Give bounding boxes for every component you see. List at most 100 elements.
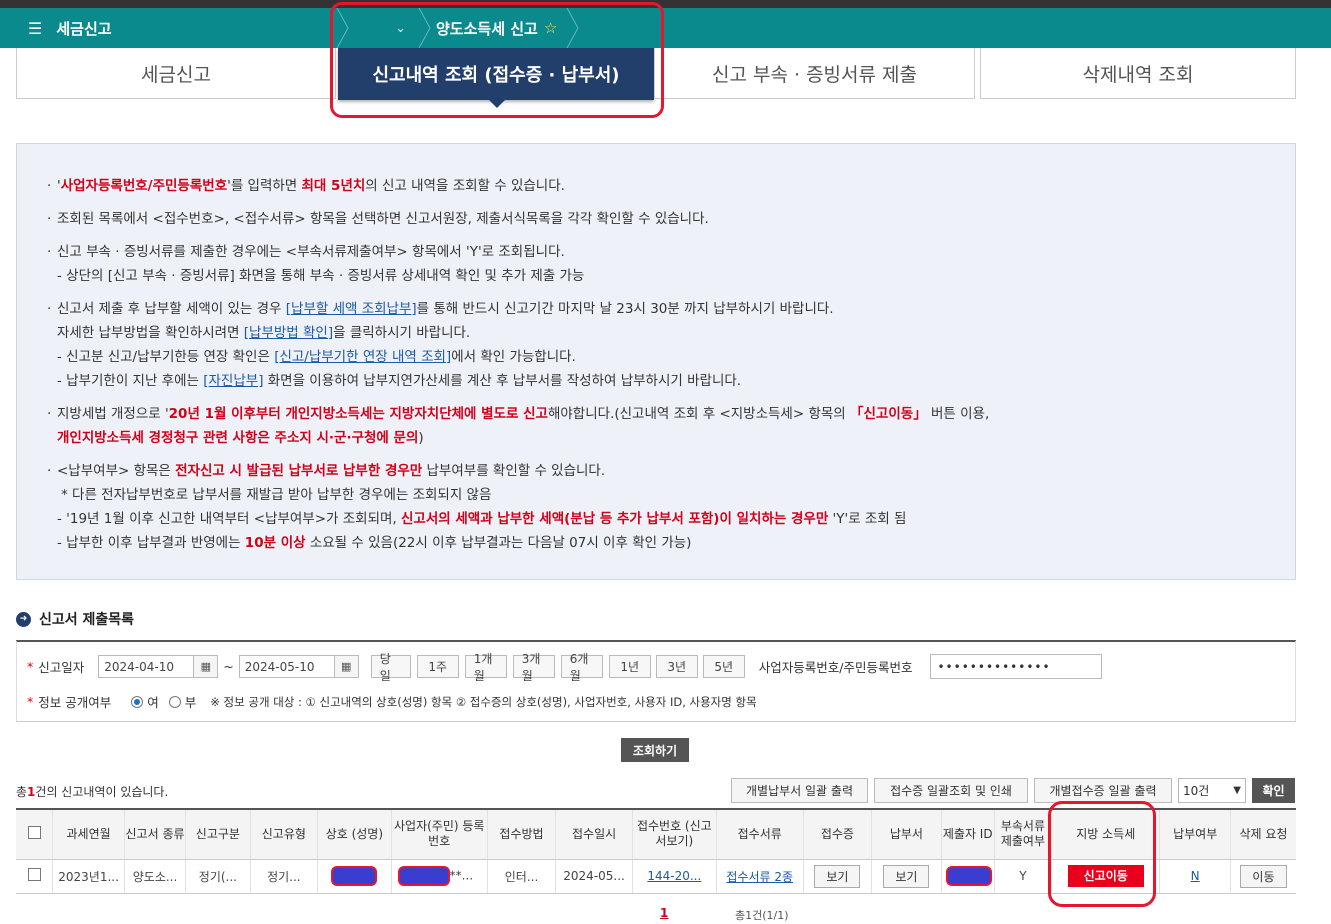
chevron-down-icon: ⌄ bbox=[395, 20, 406, 36]
notice-line: · '사업자등록번호/주민등록번호'를 입력하면 최대 5년치의 신고 내역을 조… bbox=[47, 178, 565, 194]
notice-line: - '19년 1월 이후 신고한 내역부터 <납부여부>가 조회되며, 신고서의… bbox=[57, 511, 907, 527]
col-regno: 사업자(주민) 등록번호 bbox=[390, 808, 488, 860]
id-label: 사업자등록번호/주민등록번호 bbox=[758, 660, 913, 675]
col-datetime: 접수일시 bbox=[555, 808, 633, 860]
result-count: 총1건의 신고내역이 있습니다. bbox=[16, 785, 169, 799]
notice-line: - 납부기한이 지난 후에는 [자진납부] 화면을 이용하여 납부지연가산세를 … bbox=[57, 373, 742, 389]
top-strip bbox=[0, 0, 1331, 8]
period-1month-button[interactable]: 1개월 bbox=[464, 652, 507, 683]
breadcrumb-separator-icon bbox=[418, 8, 431, 48]
link-deadline-extension[interactable]: [신고/납부기한 연장 내역 조회] bbox=[274, 349, 451, 365]
delete-request-button[interactable]: 이동 bbox=[1240, 864, 1287, 888]
notice-line: · <납부여부> 항목은 전자신고 시 발급된 납부서로 납부한 경우만 납부여부… bbox=[47, 463, 606, 479]
section-title: ➜ 신고서 제출목록 bbox=[16, 609, 134, 629]
calendar-icon[interactable]: ▦ bbox=[334, 655, 359, 678]
redacted-submitter-id bbox=[945, 866, 992, 886]
period-5year-button[interactable]: 5년 bbox=[702, 655, 745, 678]
notice-box: · '사업자등록번호/주민등록번호'를 입력하면 최대 5년치의 신고 내역을 조… bbox=[16, 143, 1296, 580]
col-paid: 납부여부 bbox=[1159, 808, 1231, 860]
col-receipt-no: 접수번호 (신고서보기) bbox=[631, 808, 717, 860]
date-from-input[interactable]: 2024-04-10 bbox=[98, 655, 195, 678]
tab-deleted-history[interactable]: 삭제내역 조회 bbox=[980, 48, 1296, 99]
col-period: 과세연월 bbox=[52, 808, 125, 860]
page-size-select[interactable]: 10건 ▼ bbox=[1178, 778, 1246, 803]
period-1week-button[interactable]: 1주 bbox=[416, 655, 459, 678]
public-yes-radio[interactable] bbox=[131, 695, 144, 708]
notice-line: - 상단의 [신고 부속 · 증빙서류] 화면을 통해 부속 · 증빙서류 상세… bbox=[57, 268, 585, 284]
col-docs: 접수서류 bbox=[715, 808, 804, 860]
required-marker: * bbox=[27, 659, 34, 674]
col-submitter: 제출자 ID bbox=[940, 808, 995, 860]
id-number-input[interactable]: •••••••••••••• bbox=[930, 654, 1103, 679]
bulk-payment-print-button[interactable]: 개별납부서 일괄 출력 bbox=[731, 778, 868, 803]
period-1year-button[interactable]: 1년 bbox=[608, 655, 651, 678]
bulk-receipt-each-button[interactable]: 개별접수증 일괄 출력 bbox=[1034, 778, 1172, 803]
confirm-button[interactable]: 확인 bbox=[1252, 778, 1295, 803]
period-6month-button[interactable]: 6개월 bbox=[560, 652, 603, 683]
tab-bar: 세금신고 신고내역 조회 (접수증 · 납부서) 신고 부속 · 증빙서류 제출… bbox=[16, 48, 1296, 100]
date-label: 신고일자 bbox=[38, 660, 85, 675]
col-receipt: 접수증 bbox=[802, 808, 872, 860]
period-today-button[interactable]: 당일 bbox=[370, 652, 411, 683]
page-info: 총1건(1/1) bbox=[735, 909, 789, 922]
notice-line: · 조회된 목록에서 <접수번호>, <접수서류> 항목을 선택하면 신고서원장,… bbox=[47, 211, 709, 227]
receipt-no-link[interactable]: 144-20... bbox=[647, 869, 701, 883]
main-menu-button[interactable]: ☰ 세금신고 bbox=[28, 8, 112, 48]
breadcrumb-separator-icon bbox=[566, 8, 579, 48]
notice-line: 자세한 납부방법을 확인하시려면 [납부방법 확인]을 클릭하시기 바랍니다. bbox=[57, 325, 471, 341]
filing-table: 과세연월 신고서 종류 신고구분 신고유형 상호 (성명) 사업자(주민) 등록… bbox=[16, 808, 1296, 894]
select-all-checkbox[interactable] bbox=[27, 825, 41, 839]
col-kind: 신고서 종류 bbox=[123, 808, 186, 860]
col-local-tax: 지방 소득세 bbox=[1051, 808, 1160, 860]
view-payment-button[interactable]: 보기 bbox=[883, 864, 930, 888]
table-row: 2023년1... 양도소... 정기(... 정기... **... 인터..… bbox=[16, 859, 1296, 894]
calendar-icon[interactable]: ▦ bbox=[194, 655, 219, 678]
tab-attachment-submission[interactable]: 신고 부속 · 증빙서류 제출 bbox=[654, 48, 975, 99]
notice-line: - 신고분 신고/납부기한등 연장 확인은 [신고/납부기한 연장 내역 조회]… bbox=[57, 349, 576, 365]
notice-line: · 신고서 제출 후 납부할 세액이 있는 경우 [납부할 세액 조회납부]를 통… bbox=[47, 301, 834, 317]
table-header: 과세연월 신고서 종류 신고구분 신고유형 상호 (성명) 사업자(주민) 등록… bbox=[16, 808, 1296, 860]
col-attach: 부속서류 제출여부 bbox=[993, 808, 1052, 860]
search-button[interactable]: 조회하기 bbox=[621, 738, 689, 762]
notice-line: * 다른 전자납부번호로 납부서를 재발급 받아 납부한 경우에는 조회되지 않… bbox=[61, 487, 492, 503]
breadcrumb-label: 양도소득세 신고 bbox=[436, 19, 538, 38]
col-type: 신고유형 bbox=[249, 808, 318, 860]
bulk-receipt-print-button[interactable]: 접수증 일괄조회 및 인쇄 bbox=[874, 778, 1028, 803]
date-to-input[interactable]: 2024-05-10 bbox=[238, 655, 335, 678]
tab-tax-filing[interactable]: 세금신고 bbox=[16, 48, 336, 99]
col-category: 신고구분 bbox=[185, 808, 251, 860]
top-navbar: ☰ 세금신고 ⌄ 양도소득세 신고 ☆ bbox=[0, 8, 1331, 48]
tab-filing-history[interactable]: 신고내역 조회 (접수증 · 납부서) bbox=[338, 48, 654, 100]
required-marker: * bbox=[27, 694, 34, 709]
search-panel: * 신고일자 2024-04-10 ▦ ~ 2024-05-10 ▦ 당일 1주… bbox=[16, 640, 1296, 722]
public-label: 정보 공개여부 bbox=[38, 695, 112, 710]
public-no-radio[interactable] bbox=[168, 695, 181, 708]
notice-line: - 납부한 이후 납부결과 반영에는 10분 이상 소요될 수 있음(22시 이… bbox=[57, 535, 692, 551]
redacted-regno bbox=[397, 866, 450, 886]
period-3month-button[interactable]: 3개월 bbox=[512, 652, 555, 683]
docs-link[interactable]: 접수서류 2종 bbox=[726, 870, 793, 884]
chevron-down-icon: ▼ bbox=[1233, 785, 1241, 796]
paid-status-link[interactable]: N bbox=[1191, 869, 1200, 883]
breadcrumb-current[interactable]: 양도소득세 신고 ☆ bbox=[436, 8, 557, 48]
col-delete: 삭제 요청 bbox=[1229, 808, 1296, 860]
favorite-star-icon[interactable]: ☆ bbox=[544, 19, 557, 37]
local-tax-move-button[interactable]: 신고이동 bbox=[1067, 865, 1144, 887]
period-3year-button[interactable]: 3년 bbox=[655, 655, 698, 678]
active-tab-pointer bbox=[488, 99, 506, 108]
notice-line: · 신고 부속 · 증빙서류를 제출한 경우에는 <부속서류제출여부> 항목에서 … bbox=[47, 244, 565, 260]
link-tax-payment-inquiry[interactable]: [납부할 세액 조회납부] bbox=[286, 301, 417, 317]
view-receipt-button[interactable]: 보기 bbox=[814, 864, 861, 888]
public-note: ※ 정보 공개 대상 : ① 신고내역의 상호(성명) 항목 ② 접수증의 상호… bbox=[210, 694, 757, 709]
notice-line: · 지방세법 개정으로 '20년 1월 이후부터 개인지방소득세는 지방자치단체에… bbox=[47, 406, 990, 422]
link-voluntary-payment[interactable]: [자진납부] bbox=[203, 373, 263, 389]
link-payment-method[interactable]: [납부방법 확인] bbox=[244, 325, 333, 341]
redacted-name bbox=[331, 866, 378, 886]
col-payment: 납부서 bbox=[871, 808, 942, 860]
category-dropdown[interactable]: ⌄ bbox=[336, 8, 424, 48]
row-checkbox[interactable] bbox=[27, 868, 41, 881]
main-menu-label: 세금신고 bbox=[56, 19, 112, 38]
notice-line: 개인지방소득세 경정청구 관련 사항은 주소지 시·군·구청에 문의) bbox=[57, 430, 424, 446]
page-number-current[interactable]: 1 bbox=[660, 906, 668, 920]
col-method: 접수방법 bbox=[486, 808, 556, 860]
